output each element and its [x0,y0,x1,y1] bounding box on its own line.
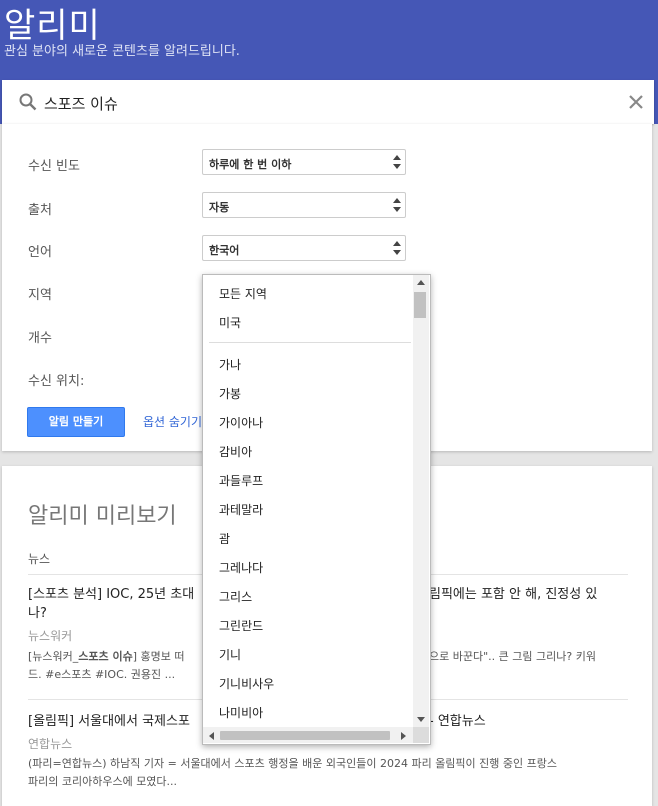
news-item-title-line2[interactable]: 나? [28,604,47,623]
region-option[interactable]: 그리스 [219,588,252,605]
horizontal-scroll-thumb[interactable] [220,731,390,740]
scroll-up-arrow-icon[interactable] [416,278,426,286]
language-select[interactable]: 한국어 [202,235,406,261]
news-item-source: 연합뉴스 [28,737,73,751]
news-item-title-cont[interactable]: - 연합뉴스 [429,712,486,731]
region-option[interactable]: 과테말라 [219,501,263,518]
news-item-title-left: [스포츠 분석] IOC, 25년 초대 [28,587,195,602]
snippet-highlight: 스포츠 이슈 [78,650,133,663]
region-option[interactable]: 모든 지역 [219,285,267,302]
region-label: 지역 [28,288,52,303]
news-item-title[interactable]: [스포츠 분석] IOC, 25년 초대 [28,585,194,604]
news-item-snippet-line2: 파리의 코리아하우스에 모였다... [28,775,178,788]
region-option[interactable]: 가나 [219,356,241,373]
news-item-title[interactable]: [올림픽] 서울대에서 국제스포 [28,712,190,731]
vertical-scrollbar[interactable] [413,275,429,727]
scroll-right-arrow-icon[interactable] [400,731,408,741]
source-select[interactable]: 자동 [202,192,406,218]
region-option[interactable]: 그레나다 [219,559,263,576]
region-option[interactable]: 나미비아 [219,704,263,721]
vertical-scroll-thumb[interactable] [414,292,426,318]
snippet-text: ] 홍명보 떠 [132,650,185,663]
region-option[interactable]: 기니 [219,646,241,663]
app-subtitle: 관심 분야의 새로운 콘텐츠를 알려드립니다. [4,44,240,59]
news-item-snippet-line2: 드. #e스포츠 #IOC. 권용진 ... [28,668,176,681]
select-arrows-icon [393,241,401,255]
dropdown-separator [209,342,411,343]
hide-options-link[interactable]: 옵션 숨기기 [143,413,202,430]
create-alert-button[interactable]: 알림 만들기 [27,407,125,437]
region-option[interactable]: 감비아 [219,443,252,460]
search-input[interactable] [42,88,606,118]
region-option[interactable]: 과들루프 [219,472,263,489]
news-item-snippet-cont: 으로 바꾼다".. 큰 그림 그리나? 키워 [429,650,596,663]
news-item-title-right: 림픽에는 포함 안 해, 진정성 있 [429,587,598,602]
region-option[interactable]: 가이아나 [219,414,263,431]
select-arrows-icon [393,198,401,212]
scrollbar-corner [413,727,429,743]
language-label: 언어 [28,245,52,260]
search-bar [0,80,658,124]
news-item-snippet: (파리=연합뉴스) 하남직 기자 = 서울대에서 스포츠 행정을 배운 외국인들… [28,757,557,770]
news-item-title-cont[interactable]: 림픽에는 포함 안 해, 진정성 있 [429,585,597,604]
region-option[interactable]: 괌 [219,530,230,547]
scroll-left-arrow-icon[interactable] [207,731,215,741]
app-header: 알리미 관심 분야의 새로운 콘텐츠를 알려드립니다. [0,0,658,80]
snippet-text: [뉴스워커_ [28,650,79,663]
region-option[interactable]: 가봉 [219,385,241,402]
scroll-down-arrow-icon[interactable] [416,716,426,724]
count-label: 개수 [28,331,52,346]
search-box [2,80,654,124]
preview-title: 알리미 미리보기 [28,504,177,529]
deliver-label: 수신 위치: [28,374,85,389]
source-value: 자동 [209,201,230,214]
close-icon[interactable] [626,92,646,112]
frequency-select[interactable]: 하루에 한 번 이하 [202,149,406,175]
frequency-value: 하루에 한 번 이하 [209,158,292,171]
news-section-label: 뉴스 [28,552,51,566]
news-item-snippet: [뉴스워커_스포츠 이슈] 홍명보 떠 [28,648,184,666]
region-option[interactable]: 그린란드 [219,617,263,634]
region-option[interactable]: 미국 [219,314,241,331]
language-value: 한국어 [209,244,240,257]
source-label: 출처 [28,203,52,218]
region-option[interactable]: 기니비사우 [219,675,274,692]
search-icon [19,93,37,111]
frequency-label: 수신 빈도 [28,159,80,174]
region-dropdown[interactable]: 모든 지역 미국 가나 가봉 가이아나 감비아 과들루프 과테말라 괌 그레나다… [202,274,431,745]
news-item-source: 뉴스워커 [28,629,73,643]
select-arrows-icon [393,155,401,169]
